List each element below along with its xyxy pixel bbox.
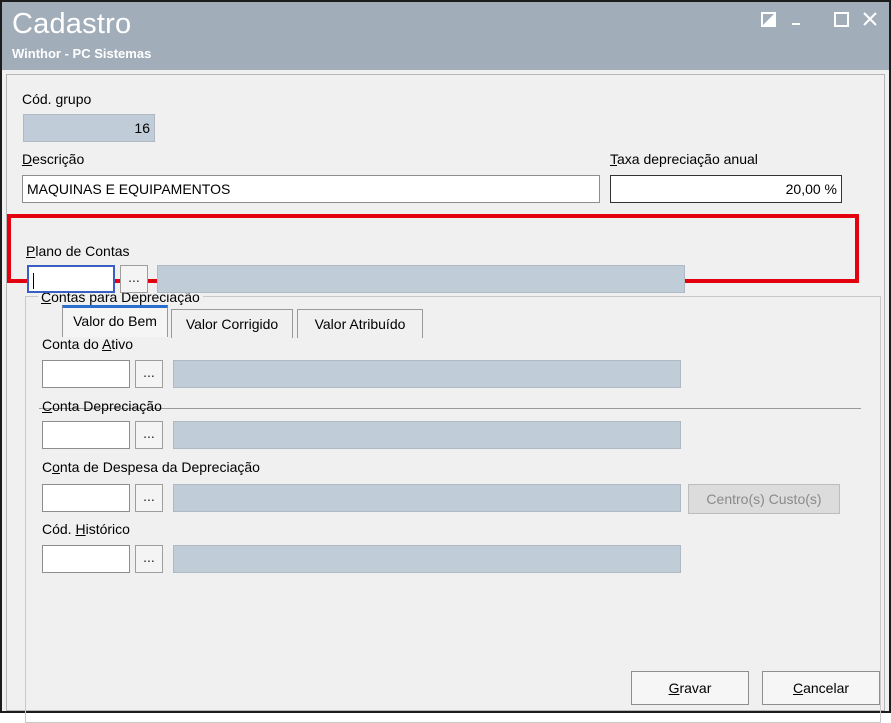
restore-icon[interactable]: [759, 10, 781, 30]
conta-despesa-lookup-button[interactable]: ...: [135, 484, 163, 512]
close-icon[interactable]: [860, 10, 882, 30]
plano-contas-description: [157, 265, 685, 293]
form-area: Cód. grupo 16 Descrição MAQUINAS E EQUIP…: [6, 74, 885, 723]
conta-despesa-input[interactable]: [42, 484, 130, 512]
taxa-label: Taxa depreciação anual: [610, 151, 758, 167]
cod-grupo-field: 16: [23, 114, 155, 142]
cod-historico-label: Cód. Histórico: [42, 521, 130, 537]
descricao-input[interactable]: MAQUINAS E EQUIPAMENTOS: [22, 175, 600, 203]
maximize-icon[interactable]: [831, 10, 853, 30]
conta-despesa-description: [173, 484, 681, 512]
conta-depreciacao-lookup-button[interactable]: ...: [135, 421, 163, 449]
conta-depreciacao-label: Conta Depreciação: [42, 398, 162, 414]
conta-despesa-label: Conta de Despesa da Depreciação: [42, 459, 260, 475]
cancelar-button[interactable]: Cancelar: [762, 671, 880, 705]
conta-ativo-label: Conta do Ativo: [42, 336, 134, 352]
centro-custo-button[interactable]: Centro(s) Custo(s): [688, 484, 840, 514]
tab-valor-corrigido[interactable]: Valor Corrigido: [171, 309, 293, 338]
cod-historico-lookup-button[interactable]: ...: [135, 545, 163, 573]
cod-historico-input[interactable]: [42, 545, 130, 573]
plano-contas-input[interactable]: [27, 265, 115, 293]
taxa-input[interactable]: 20,00 %: [610, 175, 842, 203]
plano-contas-label: Plano de Contas: [26, 243, 130, 259]
cadastro-window: Cadastro Winthor - PC Sistemas Cód. grup…: [0, 0, 891, 723]
conta-ativo-input[interactable]: [42, 360, 130, 388]
conta-depreciacao-input[interactable]: [42, 421, 130, 449]
plano-contas-lookup-button[interactable]: ...: [120, 265, 148, 293]
gravar-button[interactable]: Gravar: [631, 671, 749, 705]
descricao-label: Descrição: [22, 151, 85, 167]
cod-historico-description: [173, 545, 681, 573]
minimize-icon[interactable]: [787, 10, 809, 30]
window-title: Cadastro: [12, 8, 132, 40]
title-bar: Cadastro Winthor - PC Sistemas: [2, 2, 889, 70]
conta-ativo-lookup-button[interactable]: ...: [135, 360, 163, 388]
conta-depreciacao-description: [173, 421, 681, 449]
tab-strip-line: [39, 408, 861, 409]
text-cursor: [33, 273, 34, 290]
window-subtitle: Winthor - PC Sistemas: [12, 46, 152, 61]
tab-valor-do-bem[interactable]: Valor do Bem: [62, 305, 168, 337]
tab-valor-atribuido[interactable]: Valor Atribuído: [297, 309, 423, 338]
cod-grupo-label: Cód. grupo: [22, 91, 92, 107]
conta-ativo-description: [173, 360, 681, 388]
